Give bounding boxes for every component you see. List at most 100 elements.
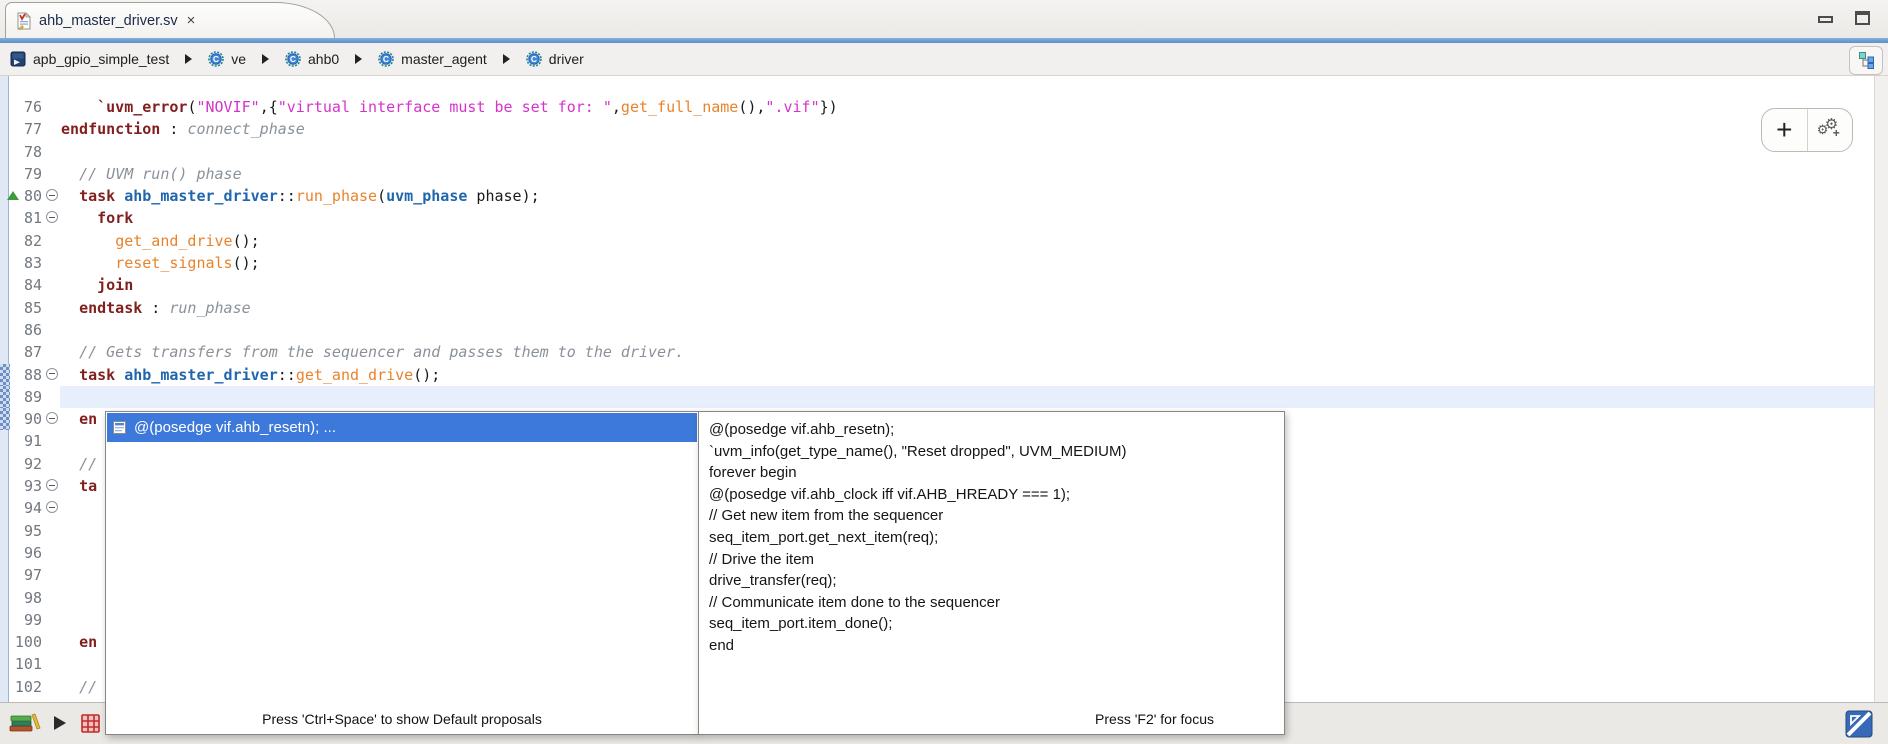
line-number[interactable]: 87	[10, 341, 44, 363]
line-number[interactable]: 88	[10, 364, 44, 386]
proposal-item-label: @(posedge vif.ahb_resetn); ...	[134, 419, 336, 436]
annotation-cell	[0, 497, 10, 519]
line-number[interactable]: 97	[10, 564, 44, 586]
code-line-81[interactable]: 81 fork	[0, 207, 1874, 229]
editor-floating-toolbar: + ⚙⚙+	[1761, 108, 1853, 152]
token-pln	[61, 209, 97, 227]
code-line-79[interactable]: 79 // UVM run() phase	[0, 163, 1874, 185]
token-str: "virtual interface must be set for: "	[278, 98, 612, 116]
line-number[interactable]: 101	[10, 653, 44, 675]
code-line-86[interactable]: 86	[0, 319, 1874, 341]
build-config-button[interactable]: ⚙⚙+	[1807, 109, 1853, 151]
code-line-87[interactable]: 87 // Gets transfers from the sequencer …	[0, 341, 1874, 363]
collapse-icon[interactable]	[46, 501, 58, 513]
line-number[interactable]: 102	[10, 676, 44, 698]
line-number[interactable]: 77	[10, 118, 44, 140]
annotation-cell	[0, 274, 10, 296]
collapse-icon[interactable]	[46, 479, 58, 491]
code-line-76[interactable]: 76 `uvm_error("NOVIF",{"virtual interfac…	[0, 96, 1874, 118]
folding-column[interactable]	[44, 185, 60, 207]
code-line-82[interactable]: 82 get_and_drive();	[0, 230, 1874, 252]
library-books-icon[interactable]	[8, 711, 42, 735]
collapse-icon[interactable]	[46, 368, 58, 380]
code-text[interactable]	[60, 319, 1874, 341]
editor-scrollbar[interactable]	[1874, 76, 1888, 702]
line-number[interactable]: 85	[10, 297, 44, 319]
folding-column[interactable]	[44, 497, 60, 519]
code-text[interactable]: fork	[60, 207, 1874, 229]
code-text[interactable]	[60, 141, 1874, 163]
code-text[interactable]: reset_signals();	[60, 252, 1874, 274]
folding-column[interactable]	[44, 364, 60, 386]
code-text[interactable]: endtask : run_phase	[60, 297, 1874, 319]
line-number[interactable]: 92	[10, 453, 44, 475]
code-text[interactable]: get_and_drive();	[60, 230, 1874, 252]
code-line-77[interactable]: 77 endfunction : connect_phase	[0, 118, 1874, 140]
token-kw: endfunction	[61, 120, 160, 138]
code-text[interactable]: // Gets transfers from the sequencer and…	[60, 341, 1874, 363]
folding-column[interactable]	[44, 408, 60, 430]
line-number[interactable]: 76	[10, 96, 44, 118]
code-text[interactable]: join	[60, 274, 1874, 296]
line-number[interactable]: 95	[10, 520, 44, 542]
line-number[interactable]: 99	[10, 609, 44, 631]
code-line-84[interactable]: 84 join	[0, 274, 1874, 296]
line-number[interactable]: 94	[10, 497, 44, 519]
code-text[interactable]	[60, 386, 1874, 408]
breadcrumb-item-ahb0[interactable]: Cahb0	[285, 51, 339, 67]
token-kw: en	[79, 410, 97, 428]
add-button[interactable]: +	[1762, 109, 1807, 151]
line-number[interactable]: 98	[10, 587, 44, 609]
proposal-item-selected[interactable]: @(posedge vif.ahb_resetn); ...	[107, 413, 697, 442]
class-icon: C	[378, 51, 394, 67]
line-number[interactable]: 86	[10, 319, 44, 341]
play-icon[interactable]	[54, 716, 66, 730]
line-number[interactable]: 100	[10, 631, 44, 653]
tab-ahb-master-driver[interactable]: ahb_master_driver.sv ×	[5, 2, 335, 38]
code-text[interactable]: task ahb_master_driver::get_and_drive();	[60, 364, 1874, 386]
collapse-icon[interactable]	[46, 189, 58, 201]
annotation-cell	[0, 564, 10, 586]
code-line-89[interactable]: 89	[0, 386, 1874, 408]
collapse-minus	[49, 373, 55, 374]
annotation-cell	[0, 319, 10, 341]
fullscreen-toggle-icon[interactable]	[1845, 710, 1873, 738]
line-number[interactable]: 93	[10, 475, 44, 497]
token-pln: phase);	[467, 187, 539, 205]
line-number[interactable]: 89	[10, 386, 44, 408]
line-number[interactable]: 82	[10, 230, 44, 252]
code-line-80[interactable]: 80 task ahb_master_driver::run_phase(uvm…	[0, 185, 1874, 207]
line-number[interactable]: 81	[10, 207, 44, 229]
line-number[interactable]: 83	[10, 252, 44, 274]
code-line-78[interactable]: 78	[0, 141, 1874, 163]
minimize-icon[interactable]	[1818, 16, 1833, 23]
line-number[interactable]: 91	[10, 430, 44, 452]
code-line-83[interactable]: 83 reset_signals();	[0, 252, 1874, 274]
line-number[interactable]: 78	[10, 141, 44, 163]
breadcrumb-item-master_agent[interactable]: Cmaster_agent	[378, 51, 487, 67]
close-icon[interactable]: ×	[187, 12, 196, 29]
code-text[interactable]: task ahb_master_driver::run_phase(uvm_ph…	[60, 185, 1874, 207]
line-number[interactable]: 79	[10, 163, 44, 185]
breadcrumb-item-ve[interactable]: Cve	[208, 51, 246, 67]
folding-column[interactable]	[44, 207, 60, 229]
red-grid-icon[interactable]	[80, 713, 101, 734]
line-number[interactable]: 96	[10, 542, 44, 564]
code-text[interactable]: `uvm_error("NOVIF",{"virtual interface m…	[60, 96, 1874, 118]
line-number[interactable]: 84	[10, 274, 44, 296]
folding-column	[44, 564, 60, 586]
folding-column[interactable]	[44, 475, 60, 497]
code-line-85[interactable]: 85 endtask : run_phase	[0, 297, 1874, 319]
collapse-icon[interactable]	[46, 211, 58, 223]
maximize-icon[interactable]	[1855, 11, 1870, 25]
code-line-88[interactable]: 88 task ahb_master_driver::get_and_drive…	[0, 364, 1874, 386]
hierarchy-toggle-button[interactable]	[1849, 46, 1883, 75]
collapse-minus	[49, 418, 55, 419]
code-text[interactable]: // UVM run() phase	[60, 163, 1874, 185]
line-number[interactable]: 90	[10, 408, 44, 430]
code-text[interactable]: endfunction : connect_phase	[60, 118, 1874, 140]
token-pln: ,{	[260, 98, 278, 116]
breadcrumb-item-apb_gpio_simple_test[interactable]: apb_gpio_simple_test	[10, 51, 169, 67]
breadcrumb-item-driver[interactable]: Cdriver	[526, 51, 584, 67]
collapse-icon[interactable]	[46, 412, 58, 424]
